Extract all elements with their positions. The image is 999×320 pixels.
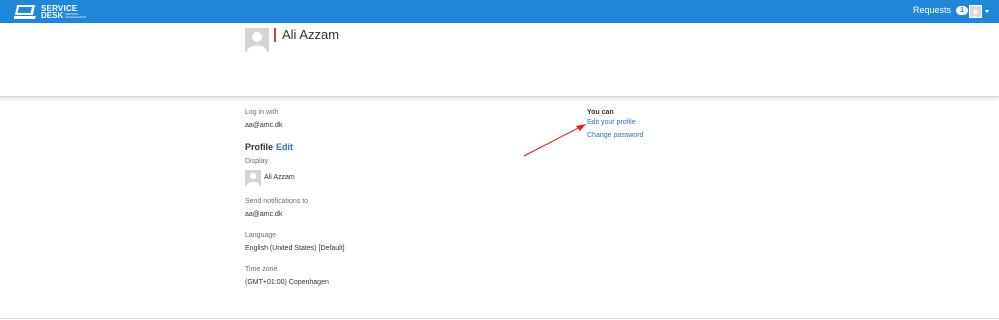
annotation-arrow xyxy=(523,124,586,157)
requests-label: Requests xyxy=(913,5,952,15)
service-desk-logo[interactable]: SERVICE DESK SERVICE MANAGEMENT xyxy=(14,3,87,20)
display-avatar xyxy=(245,170,261,186)
login-label: Log in with xyxy=(245,109,279,116)
user-menu[interactable] xyxy=(969,5,989,18)
notifications-value: aa@amc.dk xyxy=(245,211,283,218)
title-accent-bar xyxy=(274,28,276,42)
profile-edit-link[interactable]: Edit xyxy=(276,142,293,152)
profile-header xyxy=(0,23,999,97)
footer-divider xyxy=(0,318,999,319)
default-user-icon xyxy=(245,170,261,186)
you-can-heading: You can xyxy=(587,109,614,116)
logo-wordmark: SERVICE DESK SERVICE MANAGEMENT xyxy=(41,4,87,20)
default-user-icon xyxy=(245,28,269,52)
notifications-label: Send notifications to xyxy=(245,198,309,205)
user-avatar xyxy=(969,5,982,18)
requests-menu[interactable]: Requests 1 xyxy=(913,5,969,15)
language-label: Language xyxy=(245,232,277,239)
default-user-icon xyxy=(972,9,979,17)
edit-profile-link[interactable]: Edit your profile xyxy=(587,119,636,126)
logo-line2: DESK xyxy=(41,10,64,20)
laptop-logo-icon xyxy=(14,4,36,19)
timezone-label: Time zone xyxy=(245,266,278,273)
timezone-value: (GMT+01:00) Copenhagen xyxy=(245,279,329,286)
profile-avatar xyxy=(245,28,269,52)
logo-tagline: SERVICE MANAGEMENT xyxy=(65,11,87,19)
requests-count-badge: 1 xyxy=(956,5,969,15)
language-value: English (United States) [Default] xyxy=(245,245,345,252)
page-title: Ali Azzam xyxy=(282,27,340,42)
display-label: Display xyxy=(245,158,268,165)
profile-heading: Profile xyxy=(245,142,274,152)
display-value: Ali Azzam xyxy=(264,174,295,181)
chevron-down-icon xyxy=(985,10,989,13)
top-navigation-bar: SERVICE DESK SERVICE MANAGEMENT Requests… xyxy=(0,0,999,23)
change-password-link[interactable]: Change password xyxy=(587,132,643,139)
login-value: aa@amc.dk xyxy=(245,122,283,129)
